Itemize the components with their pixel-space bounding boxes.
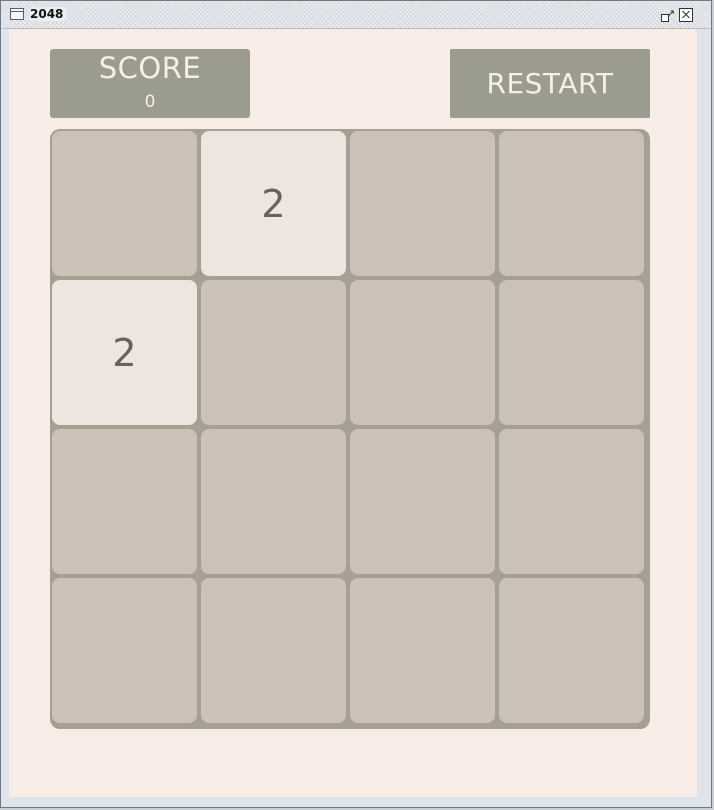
game-area: SCORE 0 RESTART 2 2 bbox=[9, 29, 697, 797]
empty-cell bbox=[350, 429, 495, 574]
score-label: SCORE bbox=[98, 51, 202, 85]
game-board[interactable]: 2 2 bbox=[50, 129, 650, 729]
empty-cell bbox=[499, 429, 644, 574]
restore-arrow-icon: ↗ bbox=[666, 7, 676, 20]
empty-cell bbox=[350, 131, 495, 276]
app-window: 2048 ↗ SCORE 0 RESTART 2 2 bbox=[0, 0, 712, 808]
empty-cell bbox=[52, 131, 197, 276]
restore-button[interactable]: ↗ bbox=[660, 7, 676, 22]
score-panel: SCORE 0 bbox=[50, 49, 250, 118]
empty-cell bbox=[499, 280, 644, 425]
tile-2: 2 bbox=[52, 280, 197, 425]
empty-cell bbox=[201, 429, 346, 574]
empty-cell bbox=[350, 280, 495, 425]
close-icon[interactable] bbox=[679, 8, 693, 22]
window-title: 2048 bbox=[30, 7, 68, 21]
app-window-icon bbox=[10, 8, 24, 20]
empty-cell bbox=[499, 131, 644, 276]
tile-2: 2 bbox=[201, 131, 346, 276]
restart-button[interactable]: RESTART bbox=[450, 49, 650, 118]
empty-cell bbox=[201, 280, 346, 425]
empty-cell bbox=[201, 578, 346, 723]
empty-cell bbox=[499, 578, 644, 723]
empty-cell bbox=[52, 429, 197, 574]
empty-cell bbox=[350, 578, 495, 723]
title-bar[interactable]: 2048 ↗ bbox=[2, 2, 710, 29]
empty-cell bbox=[52, 578, 197, 723]
score-value: 0 bbox=[144, 92, 156, 112]
